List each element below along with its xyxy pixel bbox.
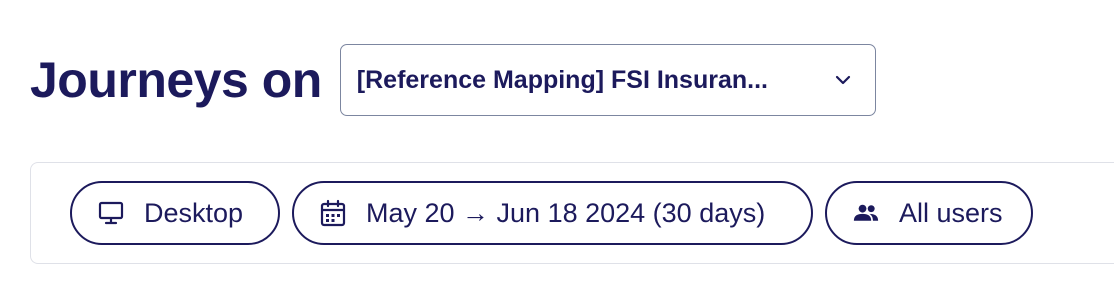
device-filter-button[interactable]: Desktop [70, 181, 280, 245]
chevron-down-icon [833, 70, 853, 90]
device-filter-label: Desktop [144, 197, 244, 228]
project-select-value: [Reference Mapping] FSI Insuran... [356, 65, 768, 94]
desktop-icon [98, 200, 124, 226]
date-range-filter-button[interactable]: May 20 → Jun 18 2024 (30 days) [292, 181, 813, 245]
user-segment-filter-label: All users [899, 197, 1003, 228]
header: Journeys on [Reference Mapping] FSI Insu… [30, 44, 876, 116]
page-title: Journeys on [30, 52, 322, 108]
filter-bar: Desktop May 20 → Jun 18 2024 (30 days) A… [30, 162, 1114, 264]
journeys-page: Journeys on [Reference Mapping] FSI Insu… [0, 0, 1114, 292]
calendar-icon [320, 199, 346, 227]
project-select[interactable]: [Reference Mapping] FSI Insuran... [339, 44, 876, 116]
users-icon [853, 200, 879, 226]
date-range-filter-label: May 20 → Jun 18 2024 (30 days) [366, 197, 766, 228]
user-segment-filter-button[interactable]: All users [825, 181, 1033, 245]
